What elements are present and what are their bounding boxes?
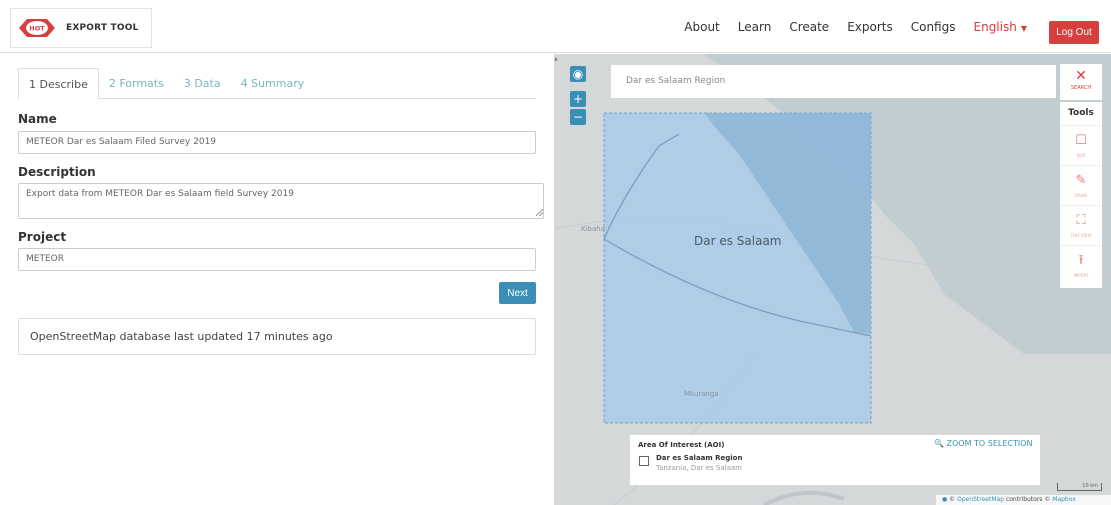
top-navbar: HOT EXPORT TOOL About Learn Create Expor… — [0, 0, 1111, 53]
hot-logo-icon: HOT — [19, 19, 55, 37]
brand-logo-link[interactable]: HOT EXPORT TOOL — [10, 8, 152, 48]
aoi-title: Area Of Interest (AOI) — [638, 441, 725, 449]
mapbox-link[interactable]: Mapbox — [1052, 496, 1076, 503]
map-label-dar-es-salaam: Dar es Salaam — [694, 234, 782, 248]
project-label: Project — [18, 230, 67, 244]
square-icon: ☐ — [1075, 133, 1087, 148]
name-label: Name — [18, 112, 57, 126]
globe-icon[interactable]: ◉ — [570, 66, 586, 82]
tools-panel: Tools ☐ BOX ✎ DRAW ⛶ THIS VIEW ⭱ IMPORT — [1060, 102, 1102, 288]
osm-link[interactable]: OpenStreetMap — [957, 496, 1004, 503]
tools-title: Tools — [1060, 102, 1102, 126]
search-label: SEARCH — [1070, 85, 1092, 91]
tool-import[interactable]: ⭱ IMPORT — [1060, 246, 1102, 286]
caret-down-icon: ▼ — [1020, 23, 1027, 33]
zoom-magnifier-icon: 🔍 — [934, 439, 944, 448]
tool-this-view[interactable]: ⛶ THIS VIEW — [1060, 206, 1102, 246]
textarea-resize-handle[interactable] — [536, 209, 543, 216]
nav-learn[interactable]: Learn — [738, 20, 772, 34]
aoi-subtitle: Tanzania, Dar es Salaam — [656, 464, 742, 472]
tab-formats[interactable]: 2 Formats — [99, 68, 174, 99]
zoom-to-selection-label: ZOOM TO SELECTION — [946, 439, 1033, 448]
project-input[interactable]: METEOR — [18, 248, 536, 271]
attribution-info-icon[interactable]: ● — [942, 496, 947, 503]
database-status: OpenStreetMap database last updated 17 m… — [18, 318, 536, 355]
tab-data[interactable]: 3 Data — [174, 68, 231, 99]
tool-draw-label: DRAW — [1074, 193, 1088, 198]
map-view[interactable]: ▲ ◉ + − Dar es Salaam Region ✕ SEARCH To… — [554, 54, 1111, 505]
tab-summary[interactable]: 4 Summary — [231, 68, 315, 99]
tool-draw[interactable]: ✎ DRAW — [1060, 166, 1102, 206]
upload-icon: ⭱ — [1078, 253, 1084, 268]
nav-about[interactable]: About — [684, 20, 719, 34]
name-input[interactable]: METEOR Dar es Salaam Filed Survey 2019 — [18, 131, 536, 154]
nav-menu: About Learn Create Exports Configs Engli… — [666, 0, 1027, 53]
attribution-prefix: © — [949, 496, 956, 503]
nav-configs[interactable]: Configs — [911, 20, 956, 34]
map-search-input[interactable]: Dar es Salaam Region — [611, 65, 1056, 98]
tool-box[interactable]: ☐ BOX — [1060, 126, 1102, 166]
language-dropdown[interactable]: English ▼ — [974, 20, 1028, 34]
close-icon: ✕ — [1075, 68, 1087, 84]
nav-create[interactable]: Create — [789, 20, 829, 34]
map-label-mkuranga: Mkuranga — [684, 390, 719, 398]
description-textarea[interactable]: Export data from METEOR Dar es Salaam fi… — [18, 183, 544, 219]
language-label: English — [973, 19, 1017, 34]
nav-exports[interactable]: Exports — [847, 20, 893, 34]
map-scale: 10 km — [1057, 483, 1102, 491]
attribution-middle: contributors © — [1005, 496, 1051, 503]
tool-box-label: BOX — [1076, 153, 1086, 158]
aoi-checkbox[interactable] — [639, 456, 649, 466]
zoom-in-button[interactable]: + — [570, 91, 586, 107]
map-label-kibaha: Kibaha — [581, 225, 605, 233]
next-button[interactable]: Next — [499, 282, 536, 304]
zoom-out-button[interactable]: − — [570, 109, 586, 125]
tool-this-view-label: THIS VIEW — [1070, 233, 1092, 238]
brand-title: EXPORT TOOL — [66, 23, 139, 33]
tool-import-label: IMPORT — [1073, 273, 1089, 278]
map-attribution: ● © OpenStreetMap contributors © Mapbox — [936, 495, 1111, 505]
search-close-button[interactable]: ✕ SEARCH — [1060, 64, 1102, 100]
pencil-icon: ✎ — [1075, 173, 1087, 188]
description-label: Description — [18, 165, 96, 179]
aoi-name: Dar es Salaam Region — [656, 454, 743, 462]
fullscreen-icon: ⛶ — [1076, 213, 1086, 228]
aoi-panel: Area Of Interest (AOI) 🔍 ZOOM TO SELECTI… — [630, 435, 1040, 485]
export-form-panel: 1 Describe 2 Formats 3 Data 4 Summary Na… — [0, 54, 554, 505]
wizard-tabs: 1 Describe 2 Formats 3 Data 4 Summary — [18, 68, 536, 100]
logout-button[interactable]: Log Out — [1049, 21, 1099, 44]
zoom-to-selection-button[interactable]: 🔍 ZOOM TO SELECTION — [934, 439, 1033, 448]
tab-describe[interactable]: 1 Describe — [18, 68, 99, 100]
scroll-up-icon[interactable]: ▲ — [554, 56, 560, 62]
svg-text:HOT: HOT — [29, 25, 45, 33]
